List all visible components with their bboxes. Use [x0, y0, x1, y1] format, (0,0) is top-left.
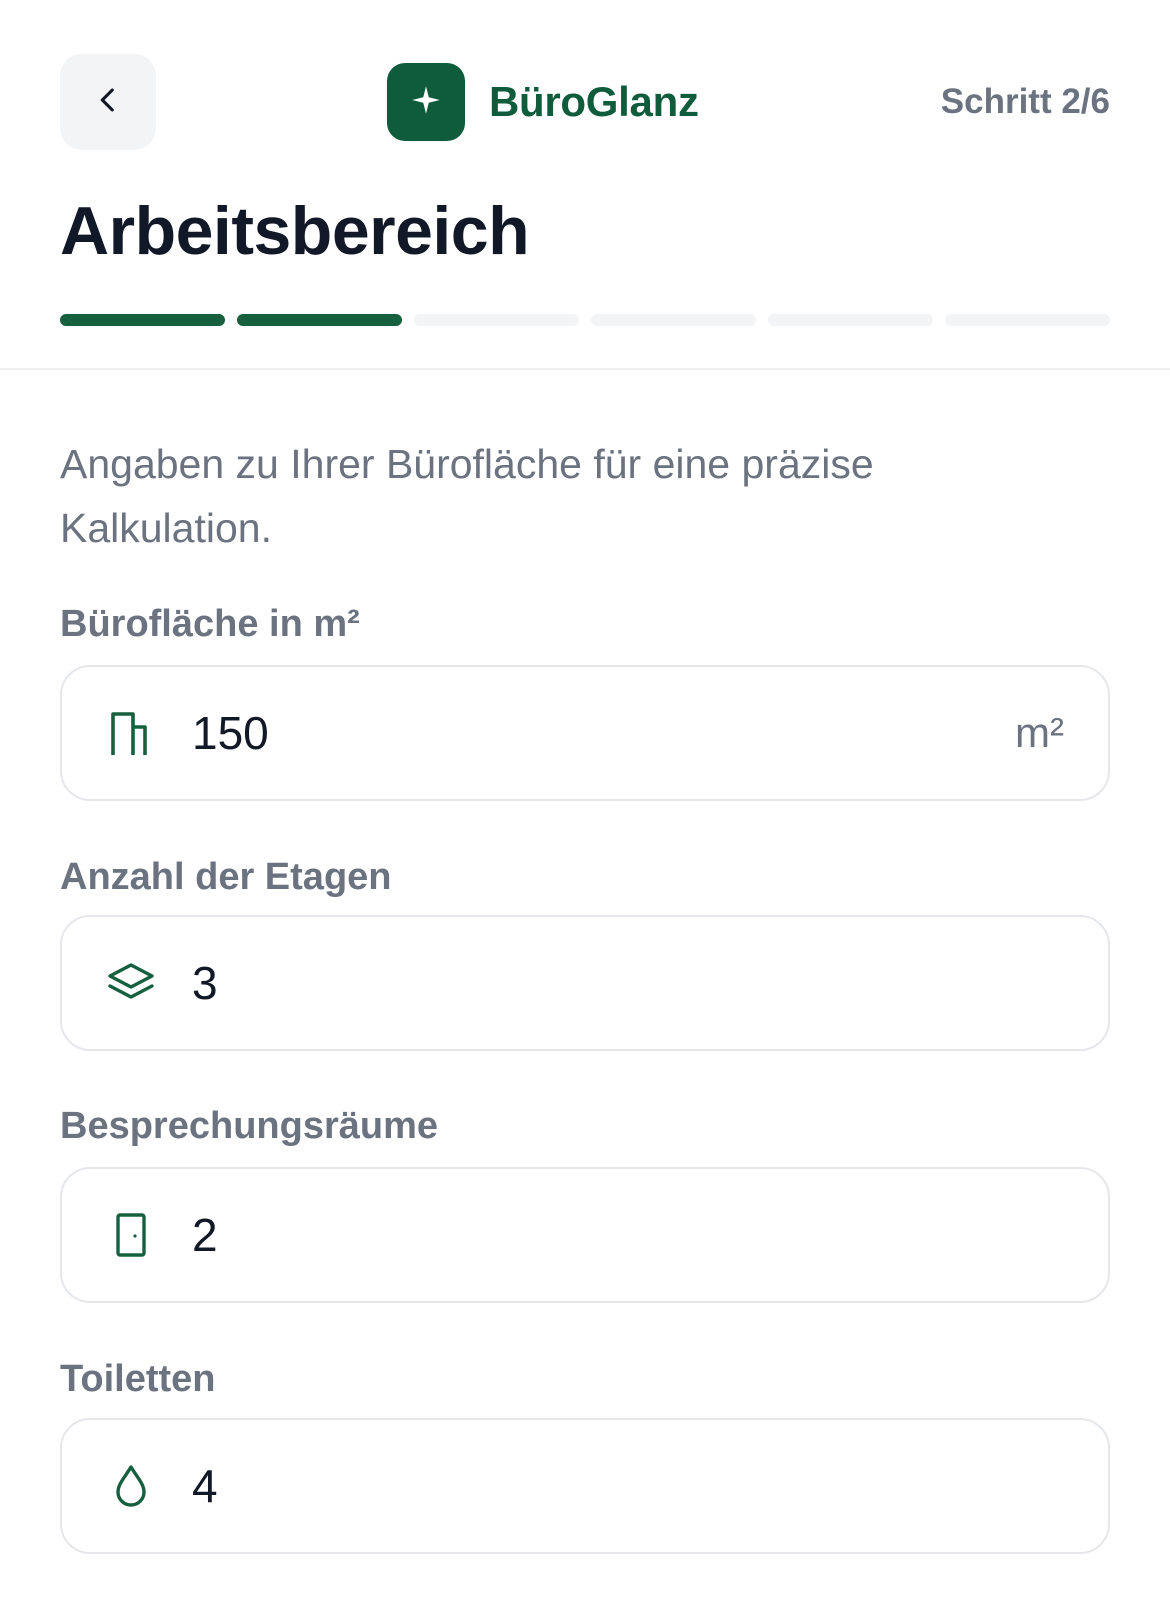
layers-icon — [106, 958, 156, 1008]
top-bar: BüroGlanz Schritt 2/6 — [0, 0, 1170, 160]
intro-text: Angaben zu Ihrer Bürofläche für eine prä… — [60, 441, 874, 551]
floors-label: Anzahl der Etagen — [60, 856, 392, 898]
building-icon — [106, 708, 156, 758]
progress-segment-6 — [945, 314, 1110, 326]
area-value: 150 — [192, 707, 269, 759]
chevron-left-icon — [91, 83, 125, 122]
door-icon — [106, 1210, 156, 1260]
area-input[interactable]: 150 m² — [60, 665, 1110, 801]
progress-segment-4 — [591, 314, 756, 326]
meeting-rooms-input[interactable]: 2 — [60, 1167, 1110, 1303]
meeting-rooms-value: 2 — [192, 1209, 218, 1261]
brand-name: BüroGlanz — [489, 78, 699, 125]
progress-bar — [60, 314, 1110, 326]
progress-segment-3 — [414, 314, 579, 326]
toilets-label: Toiletten — [60, 1358, 216, 1400]
progress-segment-1 — [60, 314, 225, 326]
step-indicator: Schritt 2/6 — [940, 82, 1110, 121]
brand-logo — [387, 63, 465, 141]
area-label: Bürofläche in m² — [60, 603, 360, 645]
progress-segment-5 — [768, 314, 933, 326]
floors-input[interactable]: 3 — [60, 915, 1110, 1051]
divider — [0, 368, 1170, 370]
progress-segment-2 — [237, 314, 402, 326]
sparkle-icon — [411, 85, 441, 120]
back-button[interactable] — [60, 54, 156, 150]
toilets-value: 4 — [192, 1460, 218, 1512]
droplet-icon — [106, 1461, 156, 1511]
floors-value: 3 — [192, 957, 218, 1009]
app-screen: BüroGlanz Schritt 2/6 Arbeitsbereich Ang… — [0, 0, 1170, 1600]
toilets-input[interactable]: 4 — [60, 1418, 1110, 1554]
page-title: Arbeitsbereich — [60, 193, 530, 269]
meeting-rooms-label: Besprechungsräume — [60, 1105, 439, 1147]
brand: BüroGlanz — [387, 62, 699, 142]
area-unit: m² — [1015, 709, 1064, 756]
